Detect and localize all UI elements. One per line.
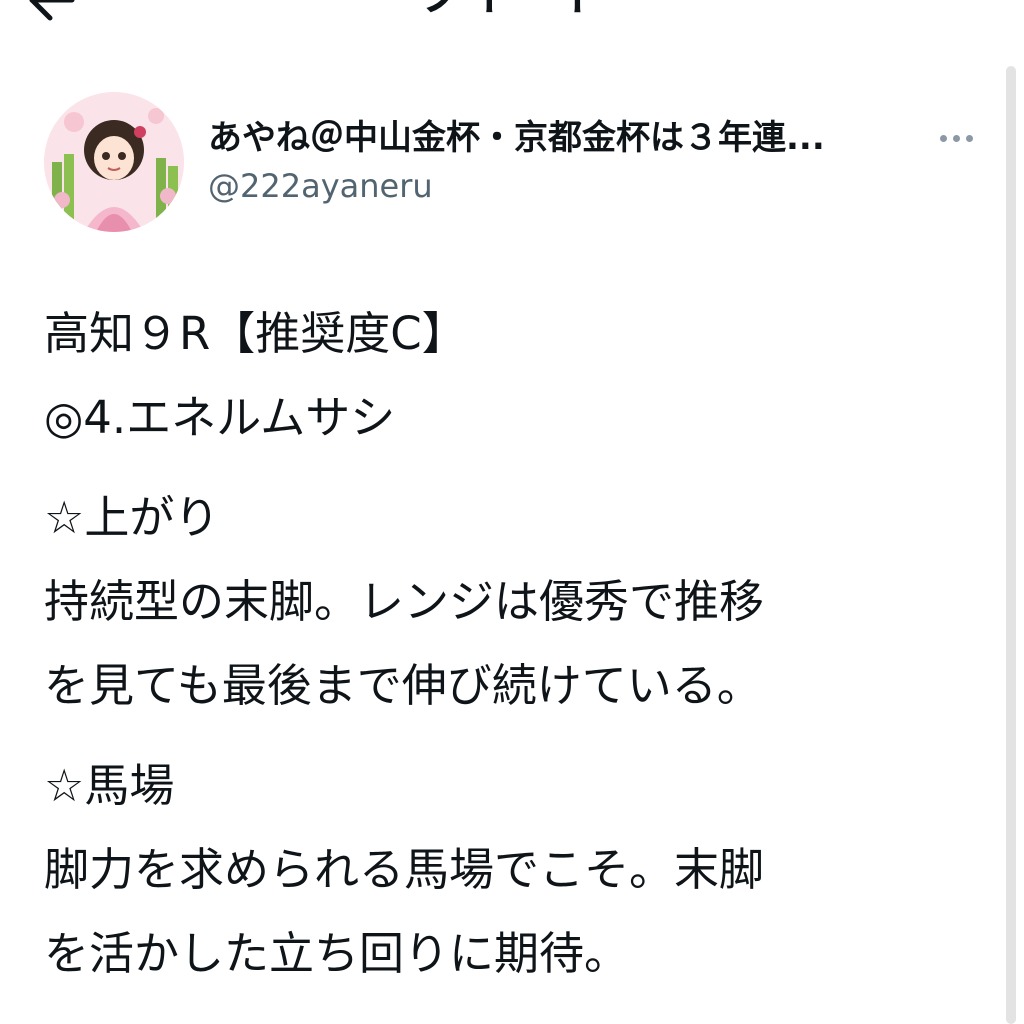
tweet-line: を見ても最後まで伸び続けている。 bbox=[44, 659, 762, 712]
more-options-button[interactable] bbox=[934, 120, 978, 156]
tweet-line: 持続型の末脚。レンジは優秀で推移 bbox=[44, 575, 765, 628]
more-horizontal-icon bbox=[965, 134, 973, 142]
scrollbar[interactable] bbox=[1006, 66, 1016, 1024]
top-navigation-bar: ツイート bbox=[0, 0, 1024, 40]
avatar[interactable] bbox=[44, 92, 184, 232]
avatar-illustration bbox=[44, 92, 184, 232]
more-horizontal-icon bbox=[952, 134, 960, 142]
tweet-line: ☆上がり bbox=[44, 491, 220, 544]
tweet-line: を活かした立ち回りに期待。 bbox=[44, 927, 630, 980]
page-title: ツイート bbox=[0, 0, 1024, 22]
author-display-name[interactable]: あやね＠中山金杯・京都金杯は３年連... bbox=[208, 116, 908, 160]
tweet-line: 脚力を求められる馬場でこそ。末脚 bbox=[44, 843, 765, 896]
tweet-line: ☆馬場 bbox=[44, 759, 175, 812]
author-handle[interactable]: @222ayaneru bbox=[208, 164, 433, 208]
tweet-text: 高知９R【推奨度C】 ◎4.エネルムサシ ☆上がり 持続型の末脚。レンジは優秀で… bbox=[44, 292, 974, 996]
more-horizontal-icon bbox=[939, 134, 947, 142]
tweet-line: ◎4.エネルムサシ bbox=[44, 391, 396, 444]
tweet-line: 高知９R【推奨度C】 bbox=[44, 307, 467, 360]
